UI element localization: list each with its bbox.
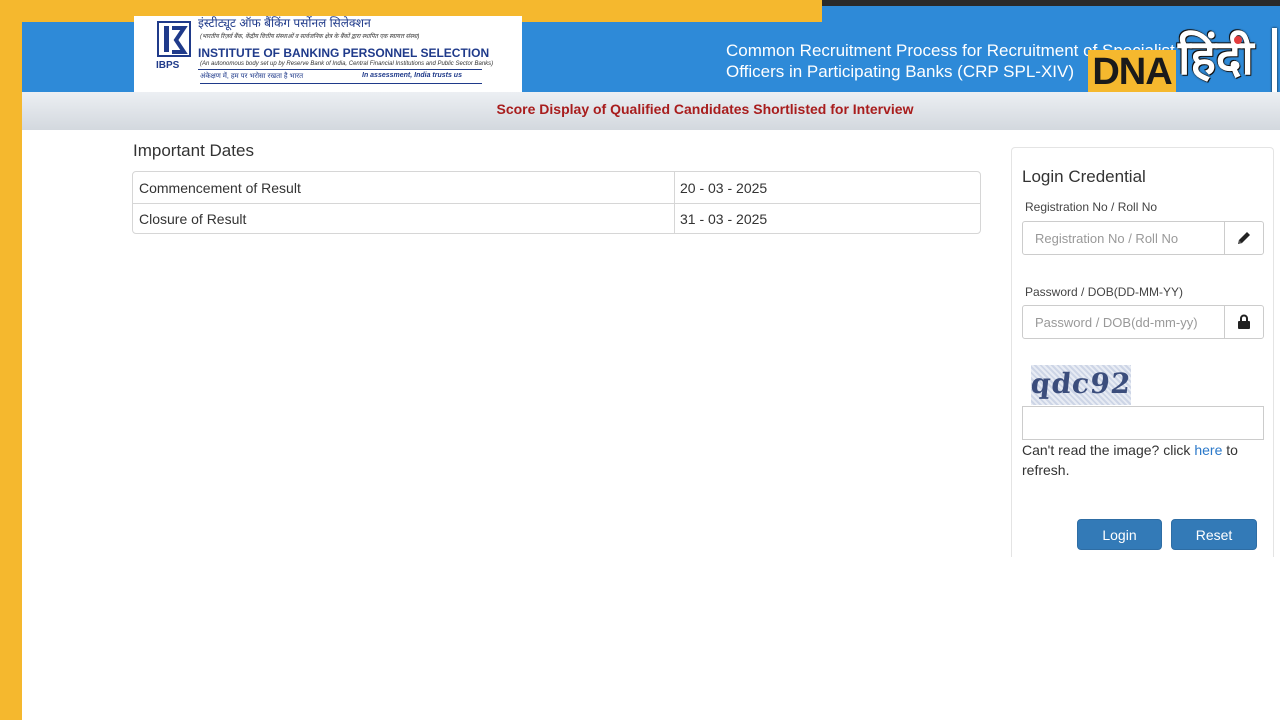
registration-label: Registration No / Roll No: [1025, 200, 1158, 214]
important-dates-table: Commencement of Result 20 - 03 - 2025 Cl…: [132, 171, 981, 234]
captcha-image: qdc92: [1029, 365, 1133, 405]
yellow-frame-left: [0, 0, 22, 720]
refresh-captcha-link[interactable]: here: [1194, 442, 1222, 458]
lock-icon: [1238, 314, 1250, 329]
captcha-input[interactable]: [1022, 406, 1264, 440]
login-title: Login Credential: [1022, 167, 1146, 186]
logo-hindi-subtitle: (भारतीय रिज़र्व बैंक, केंद्रीय वित्तीय स…: [200, 34, 420, 40]
password-input[interactable]: [1022, 305, 1225, 339]
password-input-group: [1022, 305, 1264, 339]
password-label: Password / DOB(DD-MM-YY): [1025, 285, 1184, 299]
registration-input[interactable]: [1022, 221, 1225, 255]
ibps-emblem-icon: [157, 21, 191, 57]
logo-english-name: INSTITUTE OF BANKING PERSONNEL SELECTION: [198, 46, 490, 60]
subheader-bar: Score Display of Qualified Candidates Sh…: [22, 92, 1280, 130]
column-divider: [674, 172, 675, 203]
registration-addon: [1224, 221, 1264, 255]
watermark-dot: [1234, 36, 1242, 44]
login-button[interactable]: Login: [1077, 519, 1162, 550]
subheader-title: Score Display of Qualified Candidates Sh…: [496, 101, 914, 117]
captcha-refresh-text: Can't read the image? click here to refr…: [1022, 440, 1262, 480]
column-divider: [674, 203, 675, 234]
logo-motto-hindi: अंकेक्षण में, हम पर भरोसा रखता है भारत: [200, 73, 304, 80]
logo-divider: [198, 69, 482, 70]
logo-hindi-name: इंस्टीट्यूट ऑफ बैंकिंग पर्सोनल सिलेक्शन: [198, 16, 371, 30]
important-dates-heading: Important Dates: [133, 141, 254, 160]
password-addon: [1224, 305, 1264, 339]
dna-hindi-watermark: DNA हिंदी: [1084, 28, 1280, 120]
dna-logo-text: DNA: [1088, 50, 1176, 94]
refresh-prefix: Can't read the image? click: [1022, 442, 1195, 458]
hindi-logo-text: हिंदी: [1178, 32, 1254, 85]
ibps-short-name: IBPS: [156, 60, 180, 71]
table-row: Closure of Result 31 - 03 - 2025: [133, 203, 980, 234]
captcha-text: qdc92: [1029, 367, 1133, 400]
logo-motto-underline: [200, 83, 482, 84]
date-label: Closure of Result: [139, 211, 247, 227]
date-value: 31 - 03 - 2025: [680, 211, 768, 227]
reset-button[interactable]: Reset: [1171, 519, 1257, 550]
logo-english-subtitle: (An autonomous body set up by Reserve Ba…: [200, 61, 494, 67]
registration-input-group: [1022, 221, 1264, 255]
logo-motto-english: In assessment, India trusts us: [362, 72, 462, 79]
pencil-icon: [1238, 232, 1250, 244]
ibps-logo: IBPS इंस्टीट्यूट ऑफ बैंकिंग पर्सोनल सिले…: [134, 16, 522, 92]
date-value: 20 - 03 - 2025: [680, 180, 768, 196]
date-label: Commencement of Result: [139, 180, 301, 196]
table-row: Commencement of Result 20 - 03 - 2025: [133, 172, 980, 204]
